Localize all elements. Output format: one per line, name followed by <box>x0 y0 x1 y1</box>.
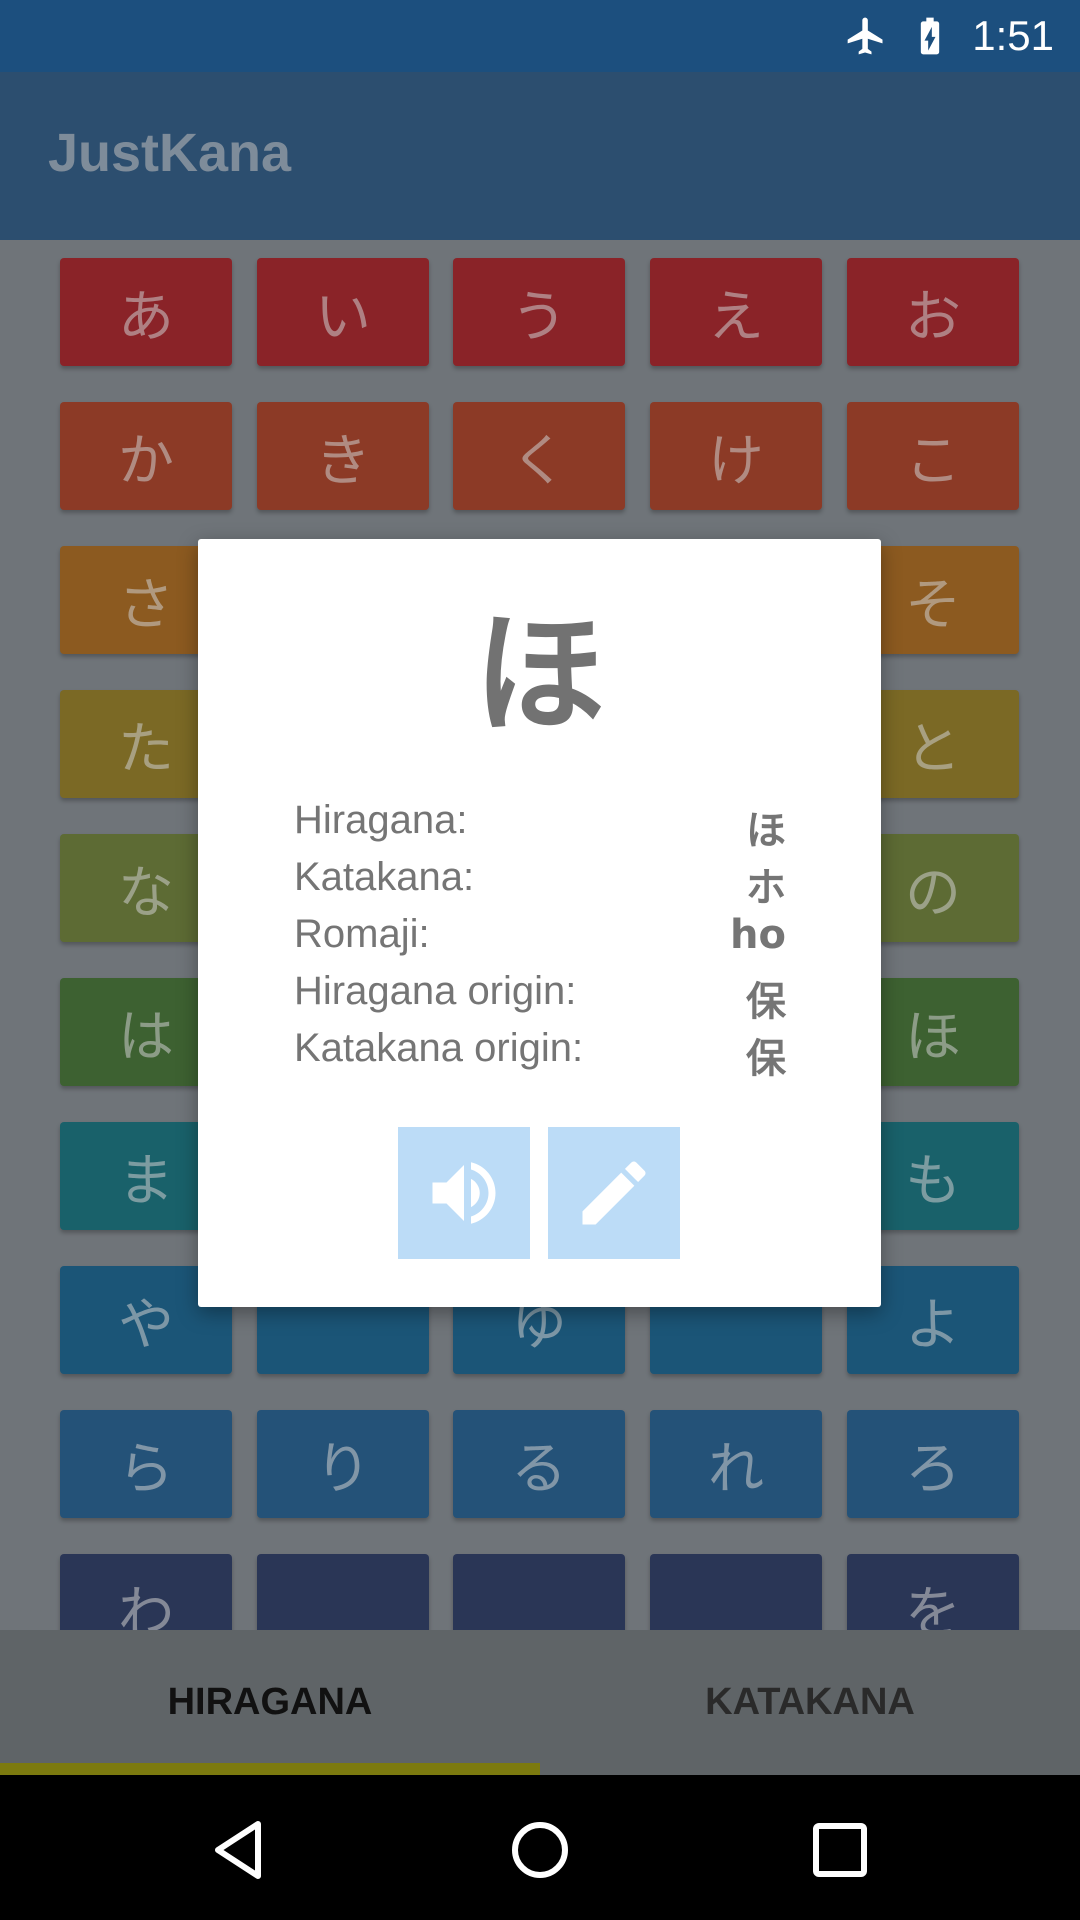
edit-button[interactable] <box>548 1127 680 1259</box>
tab-bar: HIRAGANA KATAKANA <box>0 1630 1080 1775</box>
battery-charging-icon <box>921 17 940 55</box>
info-row-katakana: Katakana: ホ <box>294 855 786 911</box>
info-row-romaji: Romaji: ho <box>294 912 786 968</box>
airplane-mode-icon <box>847 17 883 55</box>
pencil-icon <box>582 1161 646 1225</box>
speaker-icon <box>432 1162 496 1224</box>
kana-tile[interactable]: え <box>650 258 822 366</box>
back-icon[interactable] <box>200 1810 280 1890</box>
status-time: 1:51 <box>972 12 1054 59</box>
recents-icon[interactable] <box>800 1810 880 1890</box>
kana-tile[interactable]: あ <box>60 258 232 366</box>
info-row-katakana-origin: Katakana origin: 保 <box>294 1026 786 1082</box>
info-row-hiragana-origin: Hiragana origin: 保 <box>294 969 786 1025</box>
kana-tile[interactable]: り <box>257 1410 429 1518</box>
tab-katakana[interactable]: KATAKANA <box>540 1630 1080 1775</box>
kana-tile[interactable]: ろ <box>847 1410 1019 1518</box>
kana-tile[interactable]: き <box>257 402 429 510</box>
info-label: Hiragana: <box>294 798 468 842</box>
kana-detail-dialog: ほ Hiragana: ほ Katakana: ホ Romaji: ho Hir… <box>198 539 881 1307</box>
kana-tile[interactable]: れ <box>650 1410 822 1518</box>
kana-tile[interactable] <box>453 1554 625 1630</box>
kana-tile[interactable]: を <box>847 1554 1019 1630</box>
kana-tile[interactable]: こ <box>847 402 1019 510</box>
info-value: ほ <box>746 808 786 854</box>
info-row-hiragana: Hiragana: ほ <box>294 798 786 854</box>
kana-tile[interactable]: る <box>453 1410 625 1518</box>
kana-tile[interactable]: う <box>453 258 625 366</box>
info-value: 保 <box>746 979 786 1025</box>
play-sound-button[interactable] <box>398 1127 530 1259</box>
tab-hiragana[interactable]: HIRAGANA <box>0 1630 540 1775</box>
home-icon[interactable] <box>500 1810 580 1890</box>
info-label: Romaji: <box>294 912 430 956</box>
kana-tile[interactable] <box>257 1554 429 1630</box>
app-title: JustKana <box>48 123 292 183</box>
info-value: 保 <box>746 1036 786 1082</box>
kana-tile[interactable] <box>650 1554 822 1630</box>
info-label: Katakana: <box>294 855 475 899</box>
info-label: Hiragana origin: <box>294 969 577 1013</box>
kana-tile[interactable]: け <box>650 402 822 510</box>
tab-indicator <box>0 1763 540 1775</box>
status-bar: 1:51 <box>0 0 1080 72</box>
info-value: ho <box>730 912 786 958</box>
kana-tile[interactable]: く <box>453 402 625 510</box>
info-value: ホ <box>746 865 786 911</box>
kana-tile[interactable]: お <box>847 258 1019 366</box>
navigation-bar <box>0 1775 1080 1920</box>
app-bar: JustKana <box>0 72 1080 240</box>
kana-tile[interactable]: ら <box>60 1410 232 1518</box>
kana-tile[interactable]: わ <box>60 1554 232 1630</box>
dialog-kana-character: ほ <box>473 598 606 752</box>
info-label: Katakana origin: <box>294 1026 584 1070</box>
kana-tile[interactable]: か <box>60 402 232 510</box>
kana-tile[interactable]: い <box>257 258 429 366</box>
